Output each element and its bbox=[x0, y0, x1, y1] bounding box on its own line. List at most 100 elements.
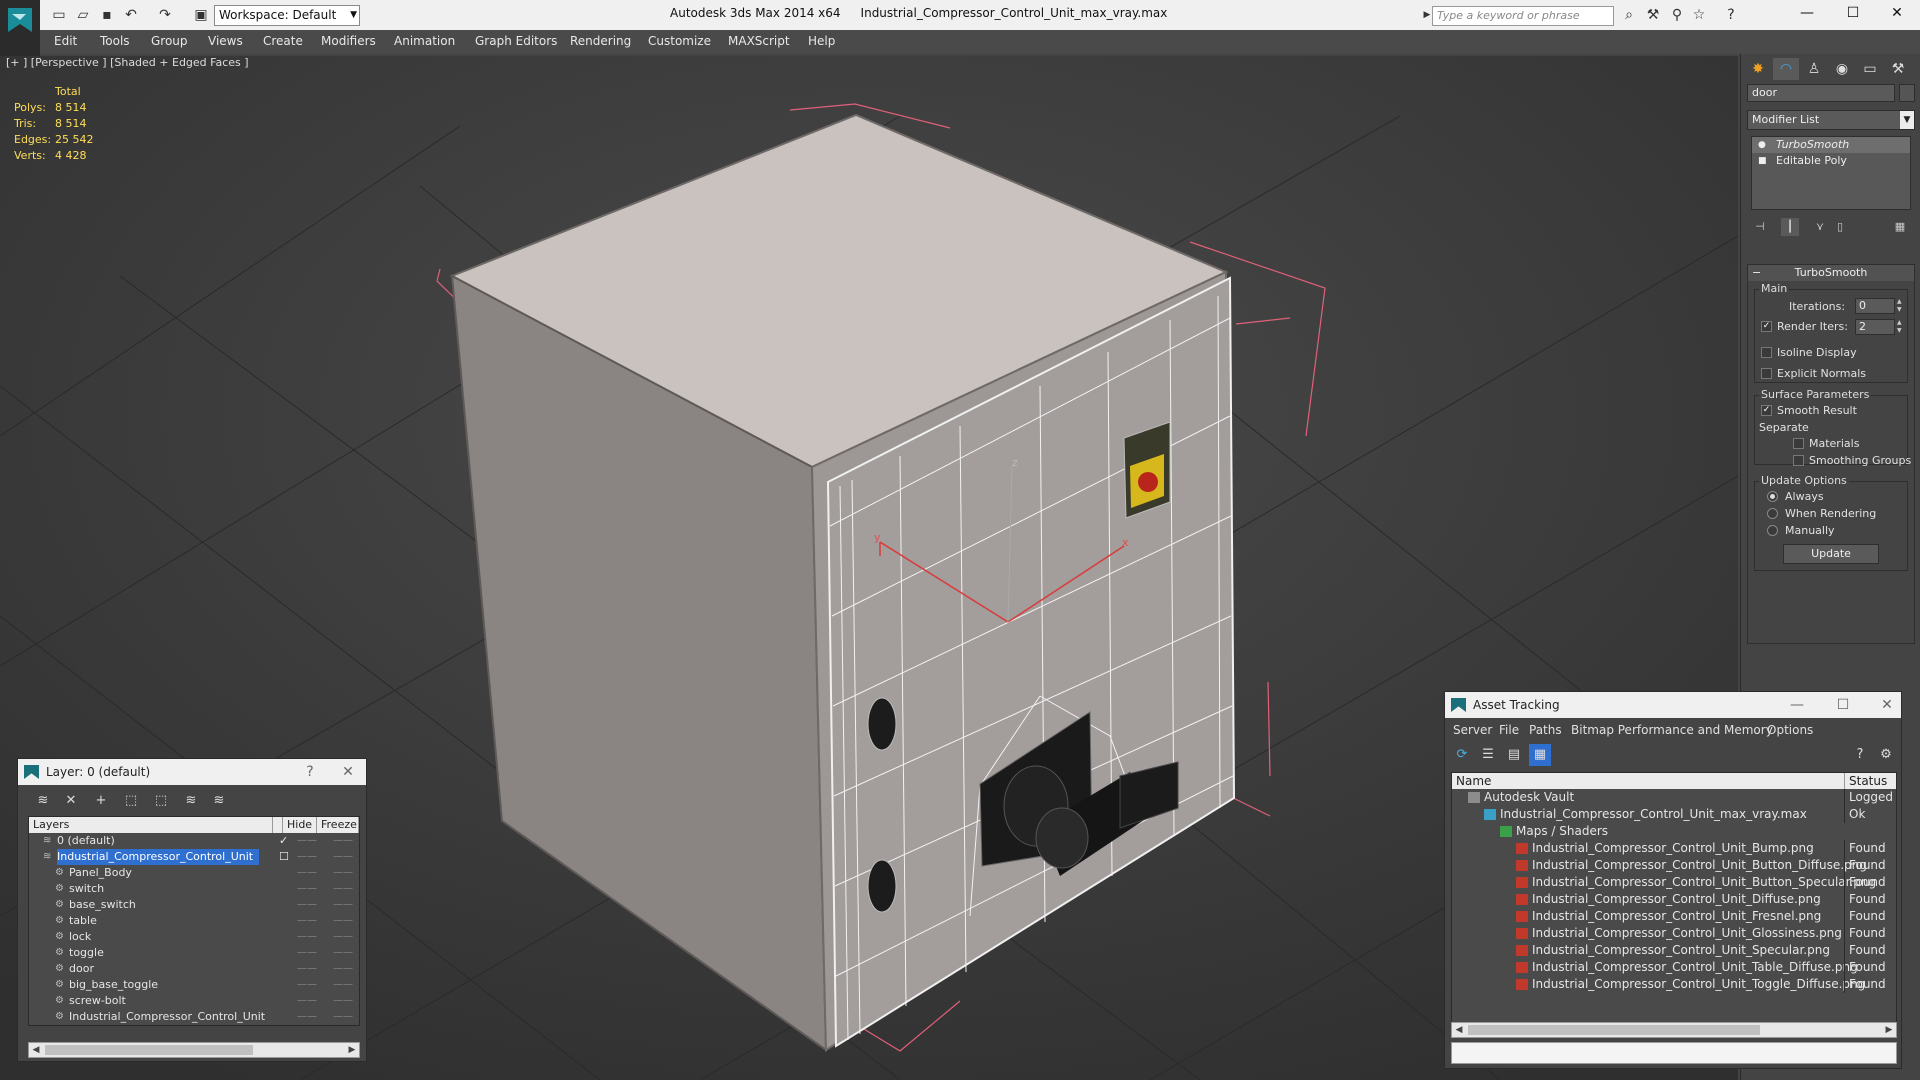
vault-settings-icon[interactable]: ⚙ bbox=[1875, 744, 1897, 766]
freeze-toggle[interactable]: —— bbox=[333, 929, 353, 945]
help-icon[interactable]: ? bbox=[298, 759, 322, 785]
close-icon[interactable]: ✕ bbox=[1875, 692, 1899, 718]
save-file-icon[interactable]: ▪ bbox=[98, 6, 116, 24]
app-logo[interactable] bbox=[0, 0, 40, 56]
scroll-right-icon[interactable]: ▶ bbox=[345, 1043, 359, 1057]
object-name-input[interactable]: door bbox=[1747, 84, 1895, 102]
asset-path-field[interactable] bbox=[1451, 1042, 1897, 1064]
freeze-toggle[interactable]: —— bbox=[333, 977, 353, 993]
menu-graph-editors[interactable]: Graph Editors bbox=[475, 34, 557, 48]
object-color-swatch[interactable] bbox=[1899, 84, 1915, 102]
hide-toggle[interactable]: —— bbox=[297, 881, 317, 897]
delete-layer-icon[interactable]: ✕ bbox=[60, 790, 82, 812]
display-tab-icon[interactable]: ▭ bbox=[1857, 58, 1883, 80]
scroll-left-icon[interactable]: ◀ bbox=[1452, 1023, 1466, 1037]
close-icon[interactable]: ✕ bbox=[1874, 0, 1920, 26]
show-end-result-icon[interactable]: ┃ bbox=[1781, 218, 1799, 236]
layer-row[interactable]: ⚙ big_base_toggle —— —— bbox=[29, 977, 359, 993]
asset-row[interactable]: Maps / Shaders bbox=[1452, 823, 1896, 840]
modify-tab-icon[interactable]: ◠ bbox=[1773, 58, 1799, 80]
render-iters-spinner[interactable]: 2 bbox=[1855, 319, 1895, 335]
create-tab-icon[interactable]: ✸ bbox=[1745, 58, 1771, 80]
menu-customize[interactable]: Customize bbox=[648, 34, 711, 48]
asset-row[interactable]: Industrial_Compressor_Control_Unit_Butto… bbox=[1452, 874, 1896, 891]
list-view-icon[interactable]: ☰ bbox=[1477, 744, 1499, 766]
hide-toggle[interactable]: —— bbox=[297, 913, 317, 929]
pin-stack-icon[interactable]: ⊣ bbox=[1751, 218, 1769, 236]
iterations-spinner[interactable]: 0 bbox=[1855, 298, 1895, 314]
freeze-toggle[interactable]: —— bbox=[333, 833, 353, 849]
render-iters-checkbox[interactable]: ✓ bbox=[1761, 321, 1772, 332]
column-freeze[interactable]: Freeze bbox=[317, 817, 359, 833]
menu-modifiers[interactable]: Modifiers bbox=[321, 34, 376, 48]
freeze-toggle[interactable]: —— bbox=[333, 913, 353, 929]
asset-row[interactable]: Industrial_Compressor_Control_Unit_Bump.… bbox=[1452, 840, 1896, 857]
layer-row[interactable]: ≋ Industrial_Compressor_Control_Unit ☐ —— —— bbox=[29, 849, 359, 865]
minimize-icon[interactable]: — bbox=[1785, 692, 1809, 718]
hide-toggle[interactable]: —— bbox=[297, 897, 317, 913]
hide-toggle[interactable]: —— bbox=[297, 849, 317, 865]
favorites-star-icon[interactable]: ☆ bbox=[1690, 6, 1708, 24]
menu-tools[interactable]: Tools bbox=[100, 34, 130, 48]
add-to-layer-icon[interactable]: + bbox=[90, 790, 112, 812]
asset-row[interactable]: Industrial_Compressor_Control_Unit_Fresn… bbox=[1452, 908, 1896, 925]
make-unique-icon[interactable]: ⋎ bbox=[1811, 218, 1829, 236]
layer-row[interactable]: ⚙ switch —— —— bbox=[29, 881, 359, 897]
asset-row[interactable]: Autodesk Vault Logged Out bbox=[1452, 789, 1896, 806]
current-layer-checkmark-icon[interactable]: ✓ bbox=[279, 833, 288, 849]
layer-row[interactable]: ⚙ toggle —— —— bbox=[29, 945, 359, 961]
undo-icon[interactable]: ↶ bbox=[122, 6, 140, 24]
redo-icon[interactable]: ↷ bbox=[156, 6, 174, 24]
freeze-toggle[interactable]: —— bbox=[333, 849, 353, 865]
utilities-tab-icon[interactable]: ⚒ bbox=[1885, 58, 1911, 80]
layer-horizontal-scrollbar[interactable]: ◀ ▶ bbox=[28, 1042, 360, 1058]
layer-dialog-titlebar[interactable]: Layer: 0 (default) ? ✕ bbox=[18, 759, 366, 785]
project-folder-icon[interactable]: ▣ bbox=[192, 6, 210, 24]
asset-row[interactable]: Industrial_Compressor_Control_Unit_Butto… bbox=[1452, 857, 1896, 874]
open-file-icon[interactable]: ▱ bbox=[74, 6, 92, 24]
freeze-toggle[interactable]: —— bbox=[333, 961, 353, 977]
freeze-toggle[interactable]: —— bbox=[333, 881, 353, 897]
hide-all-icon[interactable]: ≋ bbox=[180, 790, 202, 812]
hide-toggle[interactable]: —— bbox=[297, 993, 317, 1009]
layer-row[interactable]: ⚙ base_switch —— —— bbox=[29, 897, 359, 913]
communication-icon[interactable]: ⚲ bbox=[1668, 6, 1686, 24]
asset-menu-options[interactable]: Options bbox=[1767, 723, 1813, 737]
expand-plus-icon[interactable]: ■ bbox=[1758, 153, 1767, 169]
scroll-thumb[interactable] bbox=[1468, 1025, 1760, 1035]
hide-toggle[interactable]: —— bbox=[297, 833, 317, 849]
layer-row[interactable]: ⚙ door —— —— bbox=[29, 961, 359, 977]
menu-edit[interactable]: Edit bbox=[54, 34, 77, 48]
freeze-toggle[interactable]: —— bbox=[333, 897, 353, 913]
materials-checkbox[interactable] bbox=[1793, 438, 1804, 449]
hide-toggle[interactable]: —— bbox=[297, 961, 317, 977]
menu-group[interactable]: Group bbox=[151, 34, 188, 48]
asset-menu-server[interactable]: Server bbox=[1453, 723, 1492, 737]
column-status[interactable]: Status bbox=[1844, 773, 1896, 789]
hide-toggle[interactable]: —— bbox=[297, 977, 317, 993]
asset-row[interactable]: Industrial_Compressor_Control_Unit_Diffu… bbox=[1452, 891, 1896, 908]
freeze-all-icon[interactable]: ≋ bbox=[208, 790, 230, 812]
freeze-toggle[interactable]: —— bbox=[333, 865, 353, 881]
create-layer-icon[interactable]: ≋ bbox=[32, 790, 54, 812]
maximize-icon[interactable]: ☐ bbox=[1830, 0, 1876, 26]
close-icon[interactable]: ✕ bbox=[336, 759, 360, 785]
refresh-icon[interactable]: ⟳ bbox=[1451, 744, 1473, 766]
scroll-left-icon[interactable]: ◀ bbox=[29, 1043, 43, 1057]
when-rendering-radio[interactable] bbox=[1767, 508, 1778, 519]
column-hide[interactable]: Hide bbox=[283, 817, 317, 833]
isoline-display-checkbox[interactable] bbox=[1761, 347, 1772, 358]
remove-modifier-icon[interactable]: ▯ bbox=[1831, 218, 1849, 236]
hierarchy-tab-icon[interactable]: ♙ bbox=[1801, 58, 1827, 80]
manually-radio[interactable] bbox=[1767, 525, 1778, 536]
freeze-toggle[interactable]: —— bbox=[333, 945, 353, 961]
modifier-list-dropdown[interactable]: Modifier List ▼ bbox=[1747, 110, 1915, 130]
lightbulb-icon[interactable]: ● bbox=[1758, 137, 1766, 153]
spinner-arrows-icon[interactable]: ▲ ▼ bbox=[1897, 319, 1905, 335]
workspace-select[interactable]: Workspace: Default ▼ bbox=[214, 5, 360, 26]
update-button[interactable]: Update bbox=[1783, 544, 1879, 564]
highlight-layer-icon[interactable]: ⬚ bbox=[150, 790, 172, 812]
asset-menu-bitmap-performance[interactable]: Bitmap Performance and Memory bbox=[1571, 723, 1773, 737]
asset-row[interactable]: Industrial_Compressor_Control_Unit_max_v… bbox=[1452, 806, 1896, 823]
layer-row[interactable]: ⚙ Industrial_Compressor_Control_Unit —— —— bbox=[29, 1009, 359, 1025]
